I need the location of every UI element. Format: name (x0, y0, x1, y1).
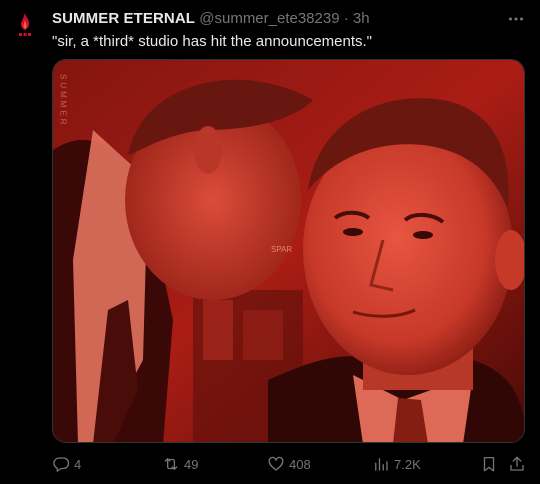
view-count: 7.2K (394, 456, 421, 472)
author-name[interactable]: SUMMER ETERNAL (52, 10, 195, 27)
share-upload-icon (510, 456, 524, 471)
analytics-bars-icon (375, 458, 388, 471)
bookmark-button[interactable] (480, 452, 498, 476)
more-options-button[interactable] (506, 9, 526, 29)
repost-count: 49 (184, 456, 199, 472)
share-button[interactable] (508, 452, 526, 476)
reply-count: 4 (74, 456, 82, 472)
more-dots-icon (509, 17, 523, 21)
author-handle[interactable]: @summer_ete38239 (199, 10, 339, 27)
reply-button[interactable]: 4 (52, 452, 81, 476)
reply-bubble-icon (53, 457, 70, 472)
timestamp[interactable]: 3h (353, 10, 370, 27)
tweet-header: SUMMER ETERNAL @summer_ete38239 · 3h (52, 9, 500, 29)
tweet-text: "sir, a *third* studio has hit the annou… (52, 33, 373, 50)
action-bar: 4 49 408 7.2K (52, 452, 530, 476)
like-count: 408 (289, 456, 311, 472)
heart-icon (268, 456, 284, 471)
tweet-media-image[interactable]: SUMMER SPAR (52, 59, 525, 443)
avatar[interactable] (4, 4, 46, 46)
views-button[interactable]: 7.2K (372, 452, 421, 476)
photo-two-men-whispering: SUMMER SPAR (53, 60, 524, 442)
repost-button[interactable]: 49 (162, 452, 198, 476)
bookmark-icon (483, 456, 495, 472)
repost-arrows-icon (164, 458, 178, 470)
like-button[interactable]: 408 (267, 452, 311, 476)
tweet: SUMMER ETERNAL @summer_ete38239 · 3h "si… (0, 0, 540, 484)
flame-logo-icon (19, 13, 31, 36)
watermark-small: SPAR (271, 245, 292, 254)
separator-dot: · (343, 10, 349, 27)
watermark-vertical: SUMMER (59, 74, 68, 128)
